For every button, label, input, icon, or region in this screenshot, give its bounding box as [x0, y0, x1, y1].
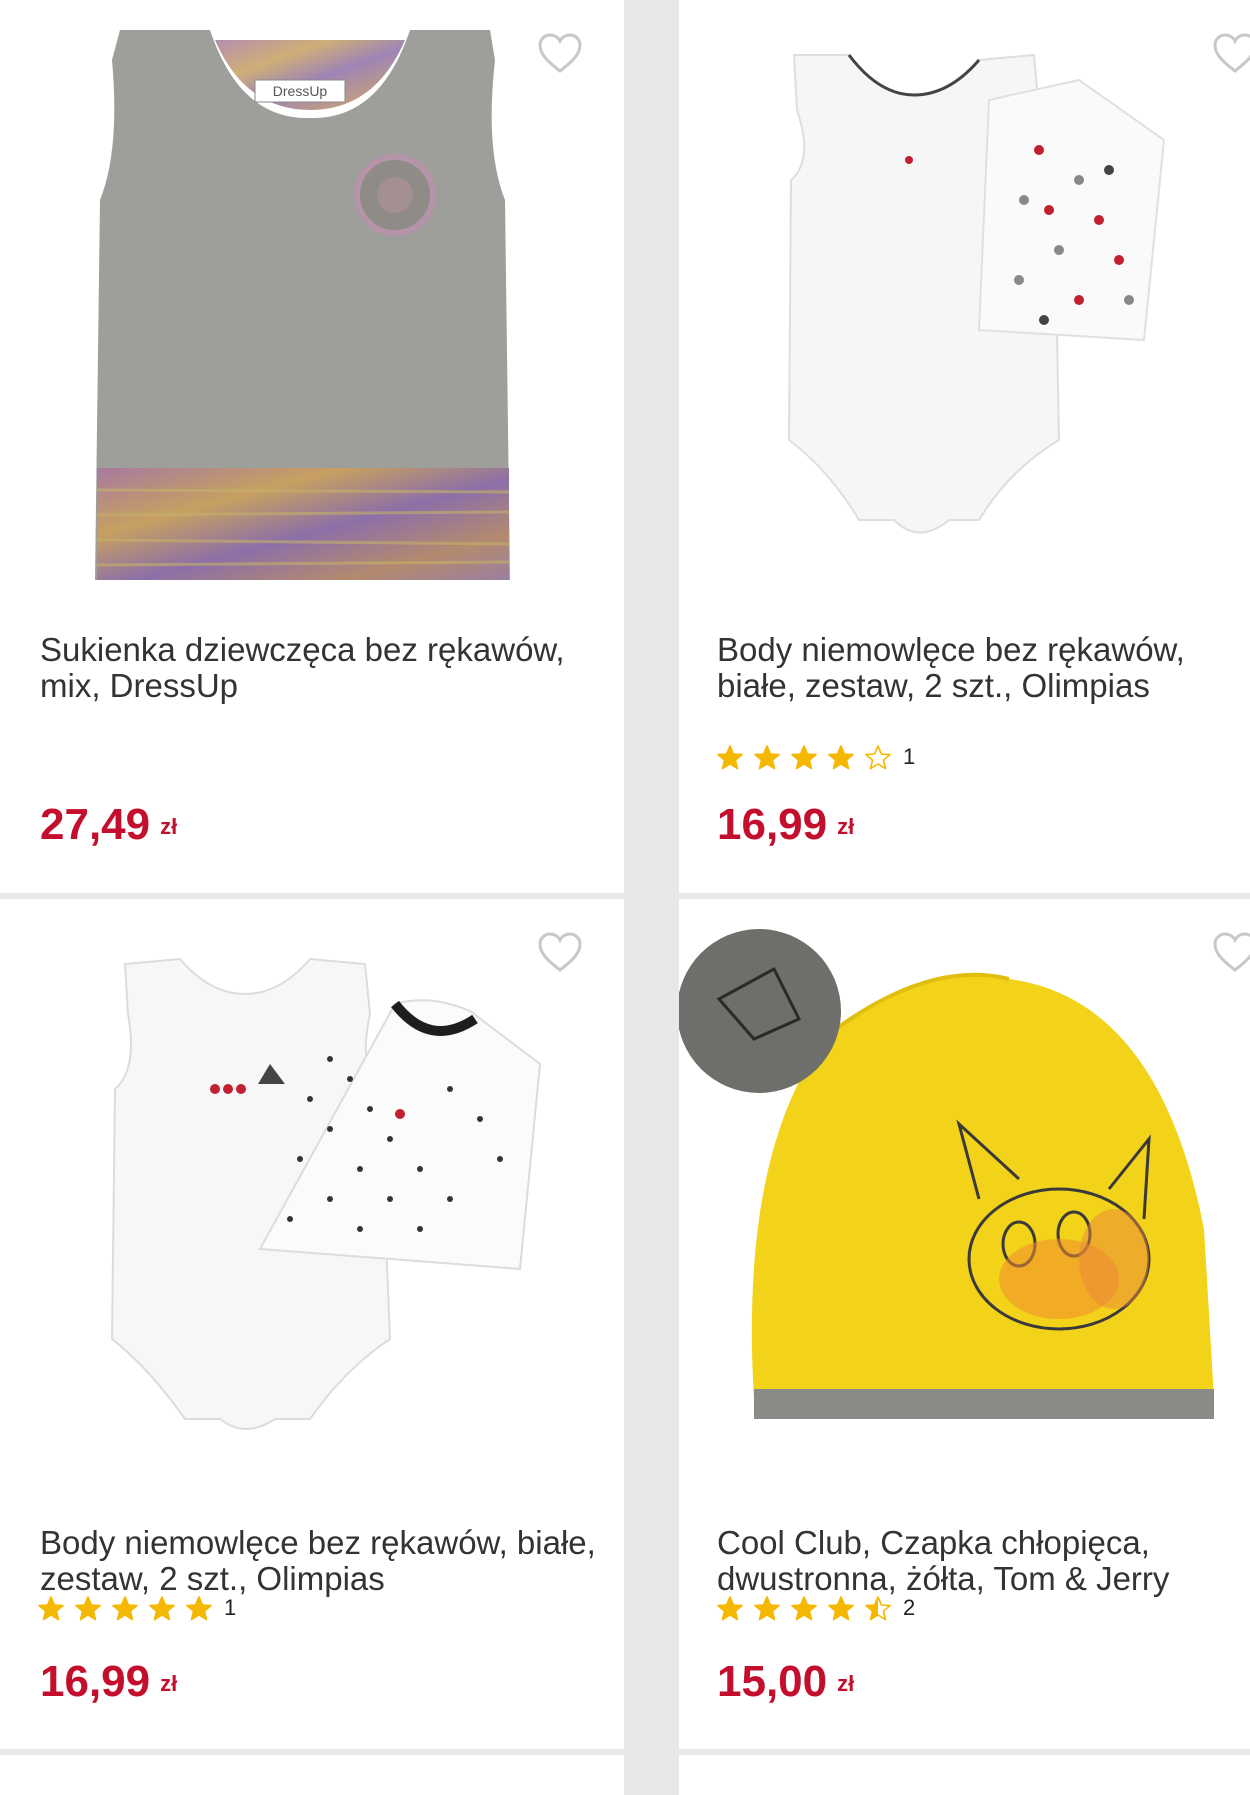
- price-currency: zł: [160, 814, 178, 840]
- favorite-button[interactable]: [534, 927, 586, 979]
- price-currency: zł: [837, 814, 855, 840]
- star-filled-icon: [186, 1595, 212, 1620]
- star-filled-icon: [754, 1595, 780, 1620]
- price-currency: zł: [837, 1671, 855, 1697]
- rating-stars: 1: [38, 1595, 236, 1621]
- product-grid: DressUp Sukienka dziewczęca bez rękawów,…: [0, 0, 1250, 1795]
- heart-outline-icon: [538, 932, 582, 972]
- favorite-button[interactable]: [1209, 28, 1250, 80]
- review-count: 1: [224, 1595, 237, 1620]
- brand-tag-label: DressUp: [273, 83, 328, 99]
- product-price: 27,49 zł: [40, 800, 177, 850]
- product-title[interactable]: Sukienka dziewczęca bez rękawów, mix, Dr…: [40, 632, 600, 704]
- price-value: 15,00: [717, 1657, 828, 1706]
- star-icons: [717, 744, 891, 770]
- product-card-partial[interactable]: [679, 1755, 1250, 1795]
- star-half-icon: [865, 1595, 891, 1620]
- rating-stars: 2: [717, 1595, 915, 1621]
- product-price: 15,00 zł: [717, 1657, 854, 1707]
- star-filled-icon: [828, 744, 854, 769]
- star-filled-icon: [149, 1595, 175, 1620]
- star-filled-icon: [791, 744, 817, 769]
- heart-outline-icon: [1213, 33, 1250, 73]
- product-title[interactable]: Body niemowlęce bez rękawów, białe, zest…: [40, 1525, 600, 1597]
- star-filled-icon: [791, 1595, 817, 1620]
- review-count: 2: [903, 1595, 916, 1620]
- product-price: 16,99 zł: [717, 800, 854, 850]
- product-card[interactable]: DressUp Sukienka dziewczęca bez rękawów,…: [0, 0, 624, 893]
- star-filled-icon: [828, 1595, 854, 1620]
- star-filled-icon: [38, 1595, 64, 1620]
- star-icons: [38, 1595, 212, 1621]
- favorite-button[interactable]: [534, 28, 586, 80]
- product-card[interactable]: Body niemowlęce bez rękawów, białe, zest…: [0, 899, 624, 1749]
- star-filled-icon: [112, 1595, 138, 1620]
- product-image-bodysuit-set[interactable]: [0, 899, 624, 1499]
- product-price: 16,99 zł: [40, 1657, 177, 1707]
- star-icons: [717, 1595, 891, 1621]
- star-empty-icon: [865, 744, 891, 769]
- price-value: 27,49: [40, 800, 151, 849]
- star-filled-icon: [717, 744, 743, 769]
- favorite-button[interactable]: [1209, 927, 1250, 979]
- price-value: 16,99: [717, 800, 828, 849]
- review-count: 1: [903, 744, 916, 769]
- product-image-dress[interactable]: DressUp: [0, 0, 624, 600]
- product-image-beanie[interactable]: [679, 899, 1250, 1499]
- product-card[interactable]: Body niemowlęce bez rękawów, białe, zest…: [679, 0, 1250, 893]
- star-filled-icon: [717, 1595, 743, 1620]
- product-image-bodysuit-set[interactable]: [679, 0, 1250, 600]
- product-card[interactable]: Cool Club, Czapka chłopięca, dwustronna,…: [679, 899, 1250, 1749]
- star-filled-icon: [75, 1595, 101, 1620]
- star-filled-icon: [754, 744, 780, 769]
- product-card-partial[interactable]: [0, 1755, 624, 1795]
- price-value: 16,99: [40, 1657, 151, 1706]
- rating-stars: 1: [717, 744, 915, 770]
- heart-outline-icon: [538, 33, 582, 73]
- product-title[interactable]: Cool Club, Czapka chłopięca, dwustronna,…: [717, 1525, 1237, 1597]
- product-title[interactable]: Body niemowlęce bez rękawów, białe, zest…: [717, 632, 1237, 704]
- price-currency: zł: [160, 1671, 178, 1697]
- heart-outline-icon: [1213, 932, 1250, 972]
